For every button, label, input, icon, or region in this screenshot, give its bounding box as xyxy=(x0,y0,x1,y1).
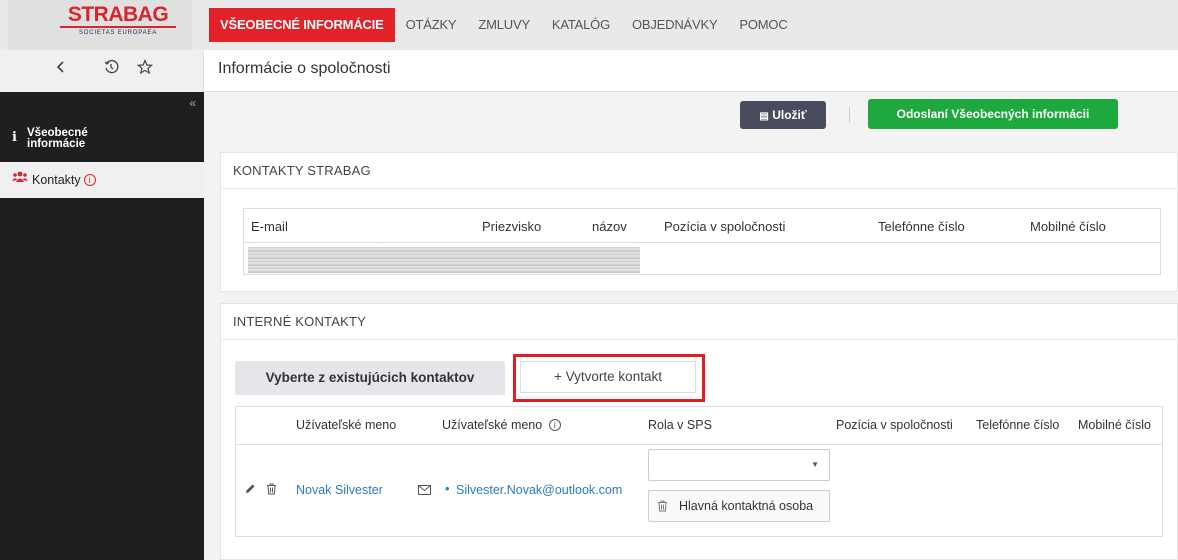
page-title: Informácie o spoločnosti xyxy=(218,60,391,77)
panel-title: KONTAKTY STRABAG xyxy=(221,153,1177,189)
top-bar: STRABAG SOCIETAS EUROPAEA VŠEOBECNÉ INFO… xyxy=(0,0,1178,50)
sidebar-item-label: Všeobecné informácie xyxy=(27,127,88,150)
main-contact-toggle[interactable]: Hlavná kontaktná osoba xyxy=(648,490,830,522)
sidebar-item-label: Kontakty i xyxy=(32,173,96,187)
main-contact-label: Hlavná kontaktná osoba xyxy=(679,499,814,513)
sidebar-item-kontakty[interactable]: Kontakty i xyxy=(0,162,204,198)
main-content: ▤ Uložiť Odoslaní Všeobecných informácii… xyxy=(204,92,1178,560)
column-header: Priezvisko xyxy=(482,219,542,234)
table-divider xyxy=(236,444,1162,445)
history-icon[interactable] xyxy=(100,59,122,81)
nav-item-katalog[interactable]: KATALÓG xyxy=(541,8,621,42)
info-icon[interactable]: i xyxy=(548,419,561,431)
caret-down-icon: ▼ xyxy=(811,460,819,469)
toolbar-divider xyxy=(849,107,850,123)
sidebar-item-kontakty-text: Kontakty xyxy=(32,173,81,187)
column-header: Užívateľské meno xyxy=(296,418,397,432)
strabag-contacts-table: E-mail Priezvisko názov Pozícia v spoloč… xyxy=(243,208,1161,275)
info-icon: i xyxy=(12,130,17,145)
strabag-contacts-panel: KONTAKTY STRABAG E-mail Priezvisko názov… xyxy=(220,152,1178,292)
chevron-left-icon[interactable] xyxy=(50,59,72,81)
logo-wordmark: STRABAG xyxy=(67,3,169,26)
table-divider xyxy=(244,242,1160,243)
nav-item-pomoc[interactable]: POMOC xyxy=(728,8,798,42)
column-header: Rola v SPS xyxy=(648,418,712,432)
panel-title: INTERNÉ KONTAKTY xyxy=(221,304,1177,340)
trash-icon[interactable] xyxy=(266,483,277,498)
column-header: Pozícia v spoločnosti xyxy=(664,219,786,234)
choose-existing-contacts-button[interactable]: Vyberte z existujúcich kontaktov xyxy=(235,361,505,395)
internal-contacts-panel: INTERNÉ KONTAKTY Vyberte z existujúcich … xyxy=(220,303,1178,560)
warning-icon: i xyxy=(83,174,96,186)
pencil-icon[interactable] xyxy=(244,483,256,498)
column-header: Pozícia v spoločnosti xyxy=(836,418,953,432)
save-button[interactable]: ▤ Uložiť xyxy=(740,101,826,129)
sidebar: « i Všeobecné informácie Kontakty i xyxy=(0,92,204,560)
role-select[interactable]: ▼ xyxy=(648,449,830,481)
double-chevron-left-icon[interactable]: « xyxy=(189,96,196,110)
star-icon[interactable] xyxy=(134,58,156,81)
nav-item-objednavky[interactable]: OBJEDNÁVKY xyxy=(621,8,728,42)
save-icon: ▤ xyxy=(759,111,769,122)
logo-subtitle: SOCIETAS EUROPAEA xyxy=(60,26,176,37)
create-contact-button[interactable]: + Vytvorte kontakt xyxy=(520,361,696,393)
users-icon xyxy=(12,171,28,186)
column-header: E-mail xyxy=(251,219,288,234)
column-header: Mobilné číslo xyxy=(1078,418,1151,432)
redacted-row xyxy=(248,247,640,273)
column-header: Mobilné číslo xyxy=(1030,219,1106,234)
user-name-link[interactable]: Novak Silvester xyxy=(296,483,383,497)
nav-item-zmluvy[interactable]: ZMLUVY xyxy=(467,8,541,42)
sidebar-item-vseobecne-informacie[interactable]: i Všeobecné informácie xyxy=(0,116,204,164)
envelope-icon xyxy=(418,484,431,499)
send-general-info-button[interactable]: Odoslaní Všeobecných informácii xyxy=(868,99,1118,129)
user-email-link[interactable]: Silvester.Novak@outlook.com xyxy=(456,483,622,497)
bullet-icon: • xyxy=(445,481,450,496)
highlight-box: + Vytvorte kontakt xyxy=(513,354,705,402)
column-header: názov xyxy=(592,219,627,234)
page-controls xyxy=(0,50,204,92)
title-bar: Informácie o spoločnosti xyxy=(0,50,1178,92)
column-header: Telefónne číslo xyxy=(976,418,1060,432)
column-header: Užívateľské meno i xyxy=(442,418,561,432)
nav-item-vseobecne-informacie[interactable]: VŠEOBECNÉ INFORMÁCIE xyxy=(209,8,395,42)
main-nav: VŠEOBECNÉ INFORMÁCIE OTÁZKY ZMLUVY KATAL… xyxy=(209,8,799,42)
trash-icon xyxy=(657,491,668,523)
nav-item-otazky[interactable]: OTÁZKY xyxy=(395,8,468,42)
logo-area: STRABAG SOCIETAS EUROPAEA xyxy=(8,0,192,50)
internal-contacts-table: Užívateľské meno Užívateľské meno i Rola… xyxy=(235,406,1163,537)
save-button-label: Uložiť xyxy=(772,108,807,122)
strabag-logo[interactable]: STRABAG SOCIETAS EUROPAEA xyxy=(60,4,176,37)
column-header: Telefónne číslo xyxy=(878,219,965,234)
column-header-text: Užívateľské meno xyxy=(442,418,543,432)
